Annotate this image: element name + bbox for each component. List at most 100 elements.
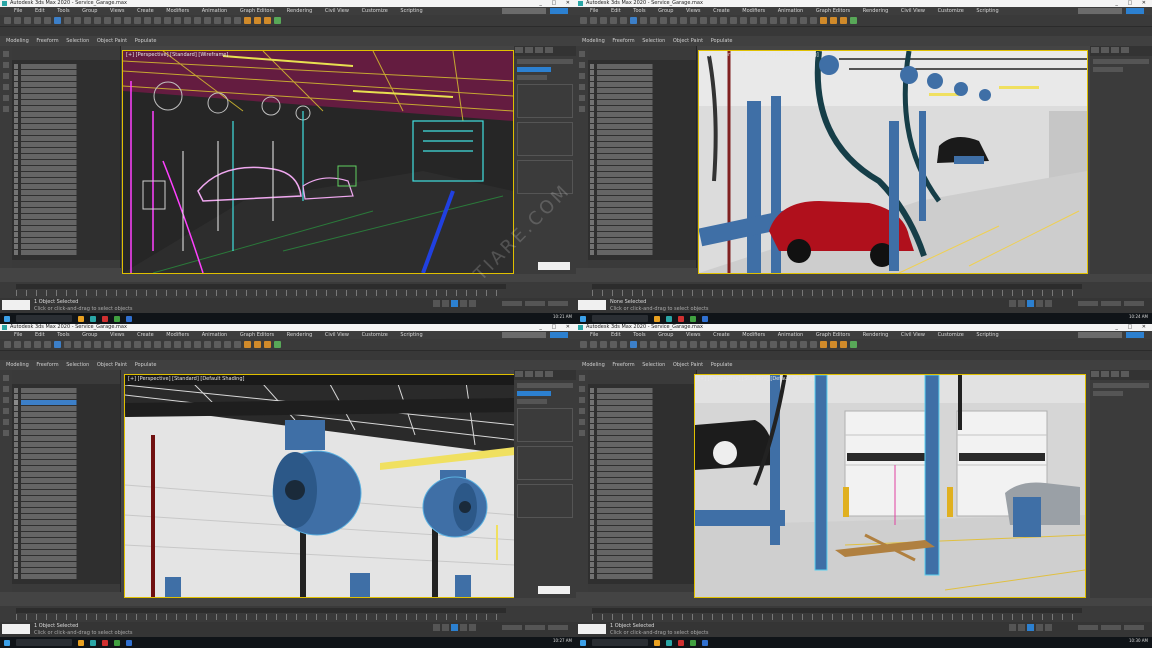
viewport-wireframe[interactable]: [+] [Perspective] [Standard] [Wireframe] — [122, 50, 514, 274]
material-editor-icon[interactable] — [810, 341, 817, 348]
viewport-camera[interactable]: [+] [Camera001] [Standard] [Default Shad… — [698, 50, 1088, 274]
tab-selection[interactable]: Selection — [642, 362, 665, 368]
align-icon[interactable] — [194, 17, 201, 24]
select-icon[interactable] — [579, 386, 585, 392]
align-icon[interactable] — [194, 341, 201, 348]
value-field[interactable] — [538, 262, 570, 270]
menu-rendering[interactable]: Rendering — [287, 8, 313, 14]
play-icon[interactable] — [451, 624, 458, 631]
menu-modifiers[interactable]: Modifiers — [742, 8, 765, 14]
menu-animation[interactable]: Animation — [202, 8, 228, 14]
percent-snap-icon[interactable] — [750, 341, 757, 348]
angle-snap-icon[interactable] — [740, 341, 747, 348]
edge-icon[interactable] — [702, 639, 708, 646]
reference-coord-icon[interactable] — [134, 341, 141, 348]
x-field[interactable] — [502, 301, 522, 306]
menu-file[interactable]: File — [590, 8, 598, 14]
menu-create[interactable]: Create — [137, 332, 154, 338]
material-editor-icon[interactable] — [810, 17, 817, 24]
tab-create-icon[interactable] — [515, 47, 523, 53]
rect-selection-icon[interactable] — [74, 341, 81, 348]
tab-motion-icon[interactable] — [1121, 371, 1129, 377]
select-object-icon[interactable] — [54, 17, 61, 24]
bind-space-warp-icon[interactable] — [620, 341, 627, 348]
z-field[interactable] — [1124, 301, 1144, 306]
scene-explorer-footer[interactable] — [12, 584, 120, 592]
chrome-icon[interactable] — [114, 315, 120, 322]
scale-icon[interactable] — [690, 341, 697, 348]
rect-selection-icon[interactable] — [650, 17, 657, 24]
undo-icon[interactable] — [580, 341, 587, 348]
menu-scripting[interactable]: Scripting — [976, 332, 998, 338]
menu-edit[interactable]: Edit — [35, 332, 45, 338]
filter-icon[interactable] — [579, 419, 585, 425]
render-frame-icon[interactable] — [254, 341, 261, 348]
render-setup-icon[interactable] — [244, 341, 251, 348]
go-end-icon[interactable] — [1045, 624, 1052, 631]
tab-freeform[interactable]: Freeform — [612, 38, 634, 44]
track-bar[interactable] — [592, 614, 1082, 620]
redo-icon[interactable] — [14, 17, 21, 24]
edge-icon[interactable] — [702, 315, 708, 322]
select-by-name-icon[interactable] — [64, 17, 71, 24]
scene-object-list[interactable] — [590, 64, 694, 260]
placement-icon[interactable] — [124, 341, 131, 348]
menu-group[interactable]: Group — [82, 332, 97, 338]
scale-icon[interactable] — [114, 17, 121, 24]
folder-icon[interactable] — [78, 639, 84, 646]
menu-views[interactable]: Views — [686, 332, 700, 338]
go-end-icon[interactable] — [469, 300, 476, 307]
select-by-name-icon[interactable] — [640, 341, 647, 348]
tab-modify-icon[interactable] — [1101, 371, 1109, 377]
display-icon[interactable] — [3, 73, 9, 79]
next-frame-icon[interactable] — [460, 624, 467, 631]
go-start-icon[interactable] — [433, 300, 440, 307]
tab-populate[interactable]: Populate — [135, 362, 157, 368]
link-icon[interactable] — [600, 17, 607, 24]
timeline[interactable] — [576, 606, 1152, 622]
render-icon[interactable] — [840, 341, 847, 348]
render-icon[interactable] — [264, 341, 271, 348]
curve-editor-icon[interactable] — [214, 17, 221, 24]
rect-selection-icon[interactable] — [650, 341, 657, 348]
curve-editor-icon[interactable] — [214, 341, 221, 348]
viewport-label[interactable]: [+] [Perspective] [Standard] [Default Sh… — [698, 376, 814, 382]
reference-coord-icon[interactable] — [710, 341, 717, 348]
tab-object-paint[interactable]: Object Paint — [97, 362, 127, 368]
curve-editor-icon[interactable] — [790, 17, 797, 24]
track-bar[interactable] — [16, 614, 506, 620]
material-editor-icon[interactable] — [234, 341, 241, 348]
next-frame-icon[interactable] — [460, 300, 467, 307]
display-icon[interactable] — [579, 397, 585, 403]
menu-customize[interactable]: Customize — [362, 332, 388, 338]
lock-icon[interactable] — [3, 106, 9, 112]
undo-icon[interactable] — [4, 17, 11, 24]
menu-animation[interactable]: Animation — [778, 332, 804, 338]
chrome-icon[interactable] — [114, 639, 120, 646]
go-start-icon[interactable] — [1009, 624, 1016, 631]
maxscript-listener[interactable] — [578, 624, 606, 634]
track-bar[interactable] — [592, 290, 1082, 296]
tab-hierarchy-icon[interactable] — [1111, 47, 1119, 53]
viewport-perspective[interactable]: [+] [Perspective] [Standard] [Default Sh… — [124, 374, 516, 598]
modifier-stack-item[interactable] — [517, 399, 547, 404]
link-icon[interactable] — [24, 17, 31, 24]
snap-icon[interactable] — [730, 17, 737, 24]
percent-snap-icon[interactable] — [750, 17, 757, 24]
pivot-icon[interactable] — [144, 17, 151, 24]
align-icon[interactable] — [770, 341, 777, 348]
folder-icon[interactable] — [78, 315, 84, 322]
snap-icon[interactable] — [154, 341, 161, 348]
angle-snap-icon[interactable] — [740, 17, 747, 24]
prev-frame-icon[interactable] — [442, 624, 449, 631]
tab-modify-icon[interactable] — [1101, 47, 1109, 53]
tab-modeling[interactable]: Modeling — [582, 38, 605, 44]
menu-civil-view[interactable]: Civil View — [325, 332, 349, 338]
mirror-icon[interactable] — [184, 17, 191, 24]
menu-scripting[interactable]: Scripting — [400, 332, 422, 338]
timeline[interactable] — [576, 282, 1152, 298]
menu-tools[interactable]: Tools — [633, 332, 645, 338]
create-icon[interactable] — [3, 51, 9, 57]
filter-icon[interactable] — [3, 419, 9, 425]
filter-icon[interactable] — [579, 95, 585, 101]
